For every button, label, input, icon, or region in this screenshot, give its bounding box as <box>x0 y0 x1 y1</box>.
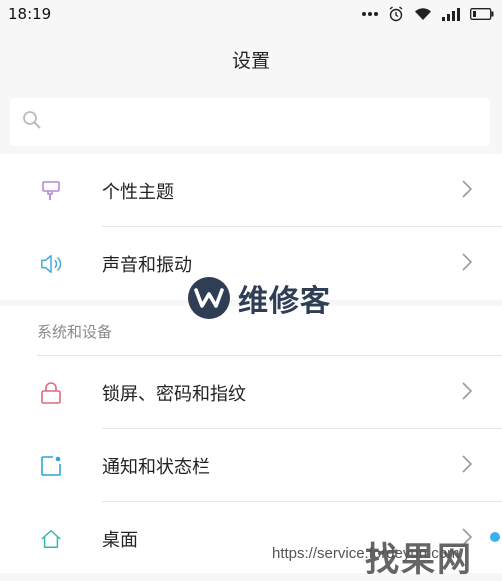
list-item-notifications[interactable]: 通知和状态栏 <box>0 429 502 502</box>
section-title: 系统和设备 <box>37 322 113 341</box>
list-item-label: 个性主题 <box>102 181 174 203</box>
chevron-right-icon <box>462 252 473 275</box>
wifi-icon <box>414 7 432 21</box>
chevron-right-icon <box>462 454 473 477</box>
battery-icon <box>470 8 494 20</box>
status-time: 18:19 <box>8 5 52 23</box>
status-icons <box>362 6 494 22</box>
brand-watermark: 维修客 <box>188 276 331 320</box>
list-item-label: 声音和振动 <box>102 254 192 276</box>
list-item-theme[interactable]: 个性主题 <box>0 154 502 227</box>
home-icon <box>40 528 62 550</box>
list-item-label: 通知和状态栏 <box>102 456 210 478</box>
lock-icon <box>40 381 62 404</box>
theme-brush-icon <box>40 180 62 202</box>
chevron-right-icon <box>462 381 473 404</box>
search-input[interactable] <box>10 98 490 146</box>
list-item-label: 桌面 <box>102 529 138 551</box>
page-title: 设置 <box>231 49 270 72</box>
list-item-label: 锁屏、密码和指纹 <box>102 383 246 405</box>
search-icon <box>22 110 42 134</box>
alarm-icon <box>388 6 404 22</box>
signal-icon <box>442 7 460 21</box>
more-dots-icon <box>362 11 378 17</box>
logo-badge-icon <box>490 532 500 542</box>
brand-watermark-text: 维修客 <box>238 284 331 319</box>
speaker-icon <box>40 253 62 275</box>
site-logo-watermark: 找果网 <box>365 540 473 580</box>
brand-logo-icon <box>188 277 230 319</box>
status-bar: 18:19 <box>0 0 502 28</box>
chevron-right-icon <box>462 179 473 202</box>
list-item-lockscreen[interactable]: 锁屏、密码和指纹 <box>0 356 502 429</box>
page-title-bar: 设置 <box>0 28 502 90</box>
notification-icon <box>40 455 62 477</box>
